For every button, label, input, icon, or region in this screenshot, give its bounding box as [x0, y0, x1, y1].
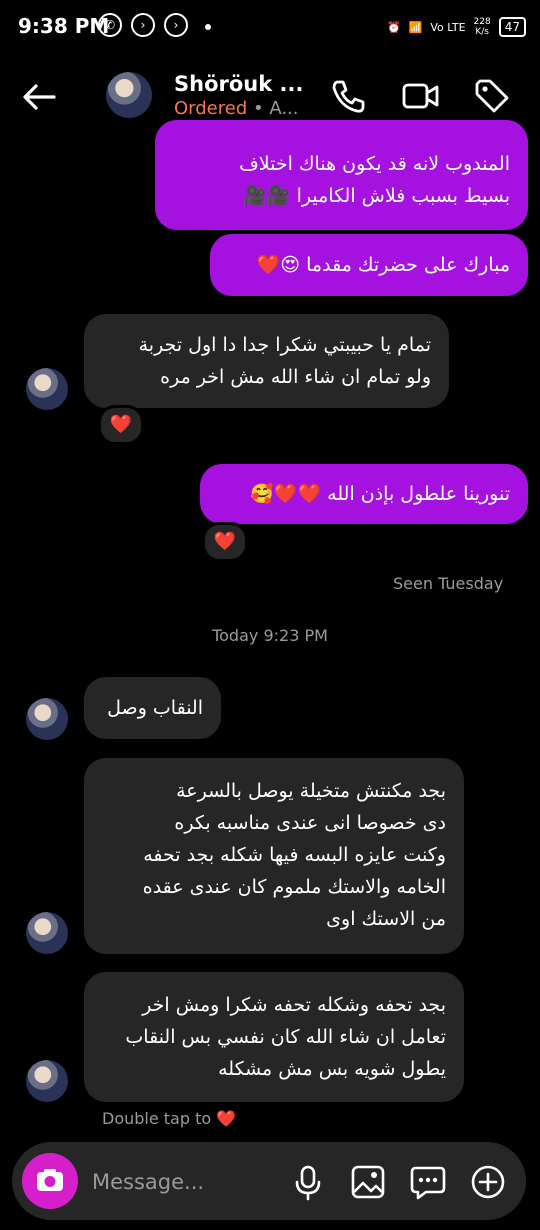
received-message[interactable]: تمام يا حبيبتي شكرا جدا دا اول تجربة ولو… — [84, 314, 449, 408]
message-composer — [12, 1142, 526, 1220]
double-tap-hint: Double tap to ❤️ — [102, 1109, 237, 1128]
status-indicators: ⏰ 📶 Vo LTE 228 K/s 47 — [387, 14, 526, 40]
sent-message[interactable]: تنورينا علطول بإذن الله ❤️❤️🥰 — [200, 464, 528, 524]
arrow-left-icon[interactable] — [20, 77, 60, 117]
received-message[interactable]: النقاب وصل — [84, 677, 221, 739]
video-camera-icon[interactable] — [400, 76, 440, 116]
whatsapp-icon: ✆ — [98, 13, 122, 37]
sent-message[interactable]: المندوب لانه قد يكون هناك اختلاف بسيط بس… — [155, 120, 528, 230]
heart-reaction[interactable]: ❤️ — [98, 405, 144, 445]
camera-icon[interactable] — [22, 1153, 78, 1209]
more-notifications-dot — [205, 24, 211, 30]
plus-circle-icon[interactable] — [468, 1162, 508, 1202]
alarm-icon: ⏰ — [386, 20, 401, 34]
contact-status: Ordered • A... — [174, 98, 299, 119]
battery-indicator: 47 — [498, 17, 526, 37]
message-input[interactable] — [90, 1164, 274, 1200]
chat-dots-icon[interactable] — [408, 1162, 448, 1202]
received-message[interactable]: بجد تحفه وشكله تحفه شكرا ومش اخر تعامل ا… — [84, 972, 464, 1102]
order-status: Ordered — [174, 98, 248, 119]
status-rest: • A... — [253, 98, 299, 119]
sender-avatar[interactable] — [26, 368, 68, 410]
status-bar: 9:38 PM ✆ › › ⏰ 📶 Vo LTE 228 K/s 47 — [0, 0, 540, 56]
status-time: 9:38 PM — [18, 14, 110, 38]
seen-label: Seen Tuesday — [393, 574, 504, 593]
phone-icon[interactable] — [328, 76, 368, 116]
network-speed: 228 K/s — [473, 17, 491, 37]
image-icon[interactable] — [348, 1162, 388, 1202]
sender-avatar[interactable] — [26, 698, 68, 740]
sent-message[interactable]: مبارك على حضرتك مقدما 😍❤️ — [210, 234, 528, 296]
tag-icon[interactable] — [472, 76, 512, 116]
network-label: Vo LTE — [430, 20, 466, 34]
heart-reaction[interactable]: ❤️ — [202, 522, 248, 562]
received-message[interactable]: بجد مكنتش متخيلة يوصل بالسرعة دى خصوصا ا… — [84, 758, 464, 954]
date-divider: Today 9:23 PM — [212, 626, 328, 645]
contact-avatar[interactable] — [106, 72, 152, 118]
notification-icon: › — [131, 13, 155, 37]
sender-avatar[interactable] — [26, 912, 68, 954]
wifi-icon: 📶 — [408, 20, 423, 34]
sender-avatar[interactable] — [26, 1060, 68, 1102]
microphone-icon[interactable] — [288, 1162, 328, 1202]
notification-icon: › — [164, 13, 188, 37]
contact-name[interactable]: Shöröuk ... — [174, 72, 303, 96]
